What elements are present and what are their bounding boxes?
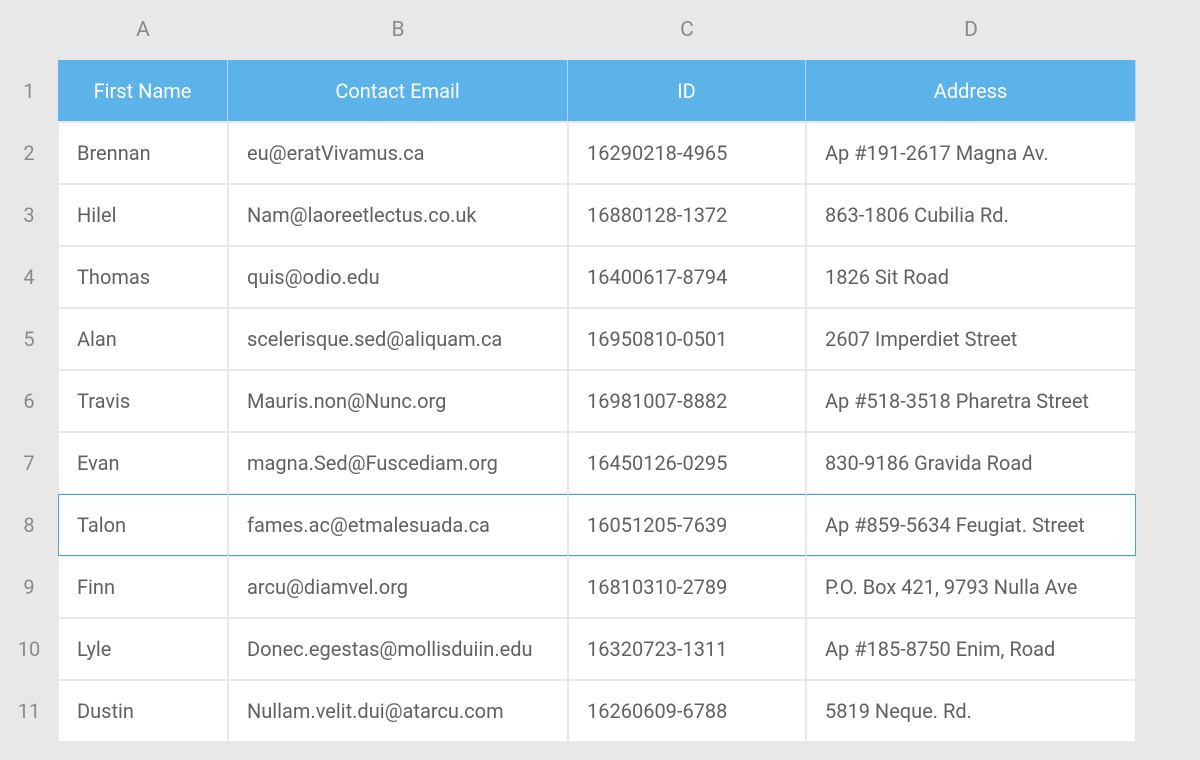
cell-a2[interactable]: Brennan — [58, 122, 228, 184]
cell-b9[interactable]: arcu@diamvel.org — [228, 556, 568, 618]
cell-a5[interactable]: Alan — [58, 308, 228, 370]
row-header-10[interactable]: 10 — [0, 618, 58, 680]
cell-c6[interactable]: 16981007-8882 — [568, 370, 806, 432]
cell-d9[interactable]: P.O. Box 421, 9793 Nulla Ave — [806, 556, 1136, 618]
cell-d11[interactable]: 5819 Neque. Rd. — [806, 680, 1136, 742]
corner-cell — [0, 0, 58, 60]
cell-b10[interactable]: Donec.egestas@mollisduiin.edu — [228, 618, 568, 680]
header-contact-email[interactable]: Contact Email — [228, 60, 568, 122]
cell-d3[interactable]: 863-1806 Cubilia Rd. — [806, 184, 1136, 246]
row-header-6[interactable]: 6 — [0, 370, 58, 432]
row-header-5[interactable]: 5 — [0, 308, 58, 370]
cell-a10[interactable]: Lyle — [58, 618, 228, 680]
row-header-2[interactable]: 2 — [0, 122, 58, 184]
cell-b7[interactable]: magna.Sed@Fuscediam.org — [228, 432, 568, 494]
cell-a9[interactable]: Finn — [58, 556, 228, 618]
cell-c5[interactable]: 16950810-0501 — [568, 308, 806, 370]
cell-b5[interactable]: scelerisque.sed@aliquam.ca — [228, 308, 568, 370]
row-header-11[interactable]: 11 — [0, 680, 58, 742]
col-header-b[interactable]: B — [228, 0, 568, 60]
cell-c10[interactable]: 16320723-1311 — [568, 618, 806, 680]
cell-a7[interactable]: Evan — [58, 432, 228, 494]
cell-c4[interactable]: 16400617-8794 — [568, 246, 806, 308]
spreadsheet: A B C D 1 First Name Contact Email ID Ad… — [0, 0, 1200, 760]
header-first-name[interactable]: First Name — [58, 60, 228, 122]
cell-b2[interactable]: eu@eratVivamus.ca — [228, 122, 568, 184]
header-address[interactable]: Address — [806, 60, 1136, 122]
cell-c7[interactable]: 16450126-0295 — [568, 432, 806, 494]
col-header-d[interactable]: D — [806, 0, 1136, 60]
cell-b11[interactable]: Nullam.velit.dui@atarcu.com — [228, 680, 568, 742]
row-header-7[interactable]: 7 — [0, 432, 58, 494]
cell-a11[interactable]: Dustin — [58, 680, 228, 742]
cell-d7[interactable]: 830-9186 Gravida Road — [806, 432, 1136, 494]
cell-b6[interactable]: Mauris.non@Nunc.org — [228, 370, 568, 432]
cell-d10[interactable]: Ap #185-8750 Enim, Road — [806, 618, 1136, 680]
col-header-c[interactable]: C — [568, 0, 806, 60]
cell-a6[interactable]: Travis — [58, 370, 228, 432]
cell-d2[interactable]: Ap #191-2617 Magna Av. — [806, 122, 1136, 184]
cell-a8[interactable]: Talon — [58, 494, 228, 556]
cell-c11[interactable]: 16260609-6788 — [568, 680, 806, 742]
header-id[interactable]: ID — [568, 60, 806, 122]
cell-b4[interactable]: quis@odio.edu — [228, 246, 568, 308]
row-header-3[interactable]: 3 — [0, 184, 58, 246]
row-header-8[interactable]: 8 — [0, 494, 58, 556]
row-header-1[interactable]: 1 — [0, 60, 58, 122]
cell-d8[interactable]: Ap #859-5634 Feugiat. Street — [806, 494, 1136, 556]
cell-c9[interactable]: 16810310-2789 — [568, 556, 806, 618]
cell-d6[interactable]: Ap #518-3518 Pharetra Street — [806, 370, 1136, 432]
row-header-4[interactable]: 4 — [0, 246, 58, 308]
cell-c3[interactable]: 16880128-1372 — [568, 184, 806, 246]
cell-b8[interactable]: fames.ac@etmalesuada.ca — [228, 494, 568, 556]
cell-d4[interactable]: 1826 Sit Road — [806, 246, 1136, 308]
cell-b3[interactable]: Nam@laoreetlectus.co.uk — [228, 184, 568, 246]
cell-a4[interactable]: Thomas — [58, 246, 228, 308]
col-header-a[interactable]: A — [58, 0, 228, 60]
cell-a3[interactable]: Hilel — [58, 184, 228, 246]
cell-c2[interactable]: 16290218-4965 — [568, 122, 806, 184]
cell-c8[interactable]: 16051205-7639 — [568, 494, 806, 556]
row-header-9[interactable]: 9 — [0, 556, 58, 618]
cell-d5[interactable]: 2607 Imperdiet Street — [806, 308, 1136, 370]
